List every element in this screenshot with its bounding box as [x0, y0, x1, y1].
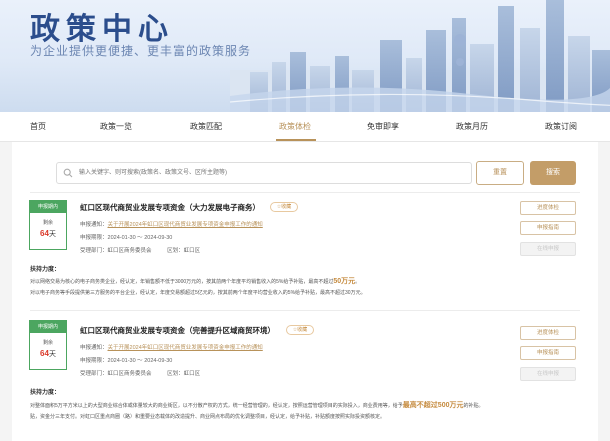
days-remaining: 64天 [40, 229, 56, 238]
divider [30, 310, 580, 311]
policy-status-badge: 申报期内 剩余 64天 [29, 320, 67, 370]
days-remaining: 64天 [40, 349, 56, 358]
policy-status-badge: 申报期内 剩余 64天 [29, 200, 67, 250]
nav-active-indicator [276, 139, 316, 141]
page: 政策中心 为企业提供更便捷、更丰富的政策服务 首页 政策一览 政策匹配 政策体检… [0, 0, 610, 441]
online-apply-button[interactable]: 在线申报 [520, 367, 576, 381]
apply-guide-button[interactable]: 申报指南 [520, 221, 576, 235]
policy-notice-row: 申报通知：关于开展2024年虹口区现代商贸业发展专项资金申报工作的通知 [80, 345, 263, 351]
banner: 政策中心 为企业提供更便捷、更丰富的政策服务 [0, 0, 610, 112]
search-box[interactable] [56, 162, 472, 184]
policy-dept-row: 受理部门：虹口区商务委员会 区划：虹口区 [80, 248, 201, 254]
support-description: 对整体面积5万平方米以上的大型商业综合体或体量较大的商业街区，以不分散产权的方式… [30, 402, 484, 420]
support-label: 扶持力度： [30, 390, 61, 396]
favorite-button[interactable]: ☆收藏 [270, 202, 298, 212]
content-panel: 重置 搜索 申报期内 剩余 64天 虹口区现代商贸业发展专项资金（大力发展电子商… [12, 142, 598, 441]
favorite-button[interactable]: ☆收藏 [286, 325, 314, 335]
progress-check-button[interactable]: 进度体检 [520, 326, 576, 340]
status-label: 申报期内 [30, 201, 66, 213]
nav-item-policy-calendar[interactable]: 政策月历 [456, 121, 488, 132]
apply-guide-button[interactable]: 申报指南 [520, 346, 576, 360]
countdown-label: 剩余 [42, 340, 53, 346]
online-apply-button[interactable]: 在线申报 [520, 242, 576, 256]
policy-period-row: 申报期限：2024-01-30 ～ 2024-09-30 [80, 235, 173, 241]
support-description: 对以网络交易为核心的电子商务类企业，经认定，年销售额不低于3000万元的，按其前… [30, 278, 366, 296]
divider [30, 192, 580, 193]
policy-dept-row: 受理部门：虹口区商务委员会 区划：虹口区 [80, 371, 201, 377]
support-label: 扶持力度： [30, 267, 61, 273]
nav-item-policy-match[interactable]: 政策匹配 [190, 121, 222, 132]
status-label: 申报期内 [30, 321, 66, 333]
banner-subtitle: 为企业提供更便捷、更丰富的政策服务 [30, 44, 252, 58]
nav-item-home[interactable]: 首页 [30, 121, 46, 132]
policy-period-row: 申报期限：2024-01-30 ～ 2024-09-30 [80, 358, 173, 364]
city-skyline-image [230, 0, 610, 112]
nav-item-policy-checkup[interactable]: 政策体检 [279, 121, 311, 132]
policy-notice-row: 申报通知：关于开展2024年虹口区现代商贸业发展专项资金申报工作的通知 [80, 222, 263, 228]
policy-title[interactable]: 虹口区现代商贸业发展专项资金（完善提升区域商贸环境） [80, 325, 275, 336]
reset-button[interactable]: 重置 [476, 161, 524, 185]
notice-link[interactable]: 关于开展2024年虹口区现代商贸业发展专项资金申报工作的通知 [108, 222, 263, 228]
search-input[interactable] [79, 166, 459, 180]
search-icon [63, 168, 73, 178]
policy-title[interactable]: 虹口区现代商贸业发展专项资金（大力发展电子商务） [80, 202, 260, 213]
search-button[interactable]: 搜索 [530, 161, 576, 185]
nav-item-policy-subscribe[interactable]: 政策订阅 [545, 121, 577, 132]
notice-link[interactable]: 关于开展2024年虹口区现代商贸业发展专项资金申报工作的通知 [108, 345, 263, 351]
progress-check-button[interactable]: 进度体检 [520, 201, 576, 215]
countdown-label: 剩余 [42, 220, 53, 226]
nav-item-policy-list[interactable]: 政策一览 [100, 121, 132, 132]
nav-item-exempt-review[interactable]: 免审即享 [367, 121, 399, 132]
main-nav: 首页 政策一览 政策匹配 政策体检 免审即享 政策月历 政策订阅 [0, 112, 610, 142]
